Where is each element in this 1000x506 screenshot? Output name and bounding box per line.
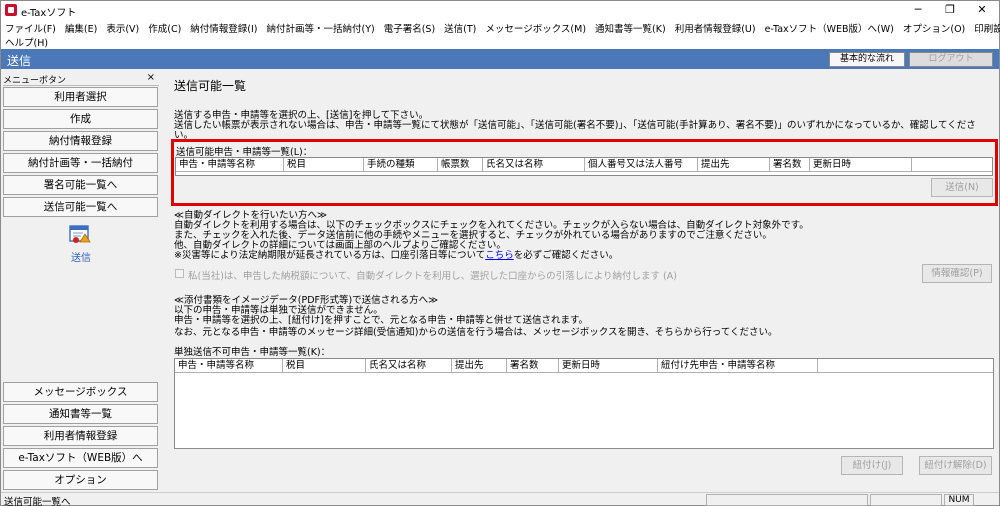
- sidebar-create-button[interactable]: 作成: [3, 109, 158, 129]
- menu-file[interactable]: ファイル(F): [5, 21, 56, 35]
- menu-row-1: ファイル(F) 編集(E) 表示(V) 作成(C) 納付情報登録(I) 納付計画等・一括納…: [5, 21, 1000, 35]
- sidebar-payment-info-button[interactable]: 納付情報登録: [3, 131, 158, 151]
- status-bar: 送信可能一覧へ NUM: [1, 492, 999, 506]
- sidebar-message-box-button[interactable]: メッセージボックス: [3, 382, 158, 402]
- sidebar-options-button[interactable]: オプション: [3, 470, 158, 490]
- menu-create[interactable]: 作成(C): [148, 21, 181, 35]
- menu-print-settings[interactable]: 印刷設定(Q): [974, 21, 1000, 35]
- col-signature-count[interactable]: 署名数: [770, 158, 810, 172]
- sendable-list-table[interactable]: 申告・申請等名称 税目 手続の種類 帳票数 氏名又は名称 個人番号又は法人番号 …: [175, 157, 993, 176]
- single-send-list-label: 単独送信不可申告・申請等一覧(K)：: [174, 347, 331, 358]
- col-name[interactable]: 氏名又は名称: [483, 158, 585, 172]
- sidebar-user-info-button[interactable]: 利用者情報登録: [3, 426, 158, 446]
- col-form-count[interactable]: 帳票数: [438, 158, 483, 172]
- logout-button[interactable]: ログアウト: [909, 52, 993, 67]
- auto-direct-text-4: ※災害等により法定納期限が延長されている方は、口座引落日等についてこちらを必ずご…: [174, 247, 618, 261]
- col-linked-form-name[interactable]: 紐付け先申告・申請等名称: [658, 359, 818, 373]
- sidebar-user-select-button[interactable]: 利用者選択: [3, 87, 158, 107]
- sendable-table-header: 申告・申請等名称 税目 手続の種類 帳票数 氏名又は名称 個人番号又は法人番号 …: [176, 158, 992, 172]
- status-panel-1: [706, 494, 868, 506]
- send-shortcut[interactable]: 送信: [63, 223, 99, 264]
- single-send-list-table[interactable]: 申告・申請等名称 税目 氏名又は名称 提出先 署名数 更新日時 紐付け先申告・申…: [174, 358, 994, 449]
- menu-e-signature[interactable]: 電子署名(S): [384, 21, 435, 35]
- col-name[interactable]: 氏名又は名称: [366, 359, 452, 373]
- screen-title: 送信: [7, 54, 32, 68]
- auto-direct-checkbox[interactable]: [175, 269, 184, 278]
- col-updated-at[interactable]: 更新日時: [810, 158, 912, 172]
- menu-help[interactable]: ヘルプ(H): [5, 35, 48, 49]
- menu-notices[interactable]: 通知書等一覧(K): [595, 21, 666, 35]
- title-bar: e-Taxソフト ─ ❐ ✕: [1, 1, 999, 19]
- etax-app-icon: [5, 4, 17, 16]
- send-shortcut-label: 送信: [71, 253, 91, 264]
- disaster-note-suffix: を必ずご確認ください。: [513, 250, 619, 261]
- sidebar-title-label: メニューボタン: [3, 76, 67, 86]
- sidebar-notices-button[interactable]: 通知書等一覧: [3, 404, 158, 424]
- sidebar-web-version-button[interactable]: e-Taxソフト（WEB版）へ: [3, 448, 158, 468]
- single-table-header: 申告・申請等名称 税目 氏名又は名称 提出先 署名数 更新日時 紐付け先申告・申…: [175, 359, 993, 373]
- menu-payment-info[interactable]: 納付情報登録(I): [190, 21, 257, 35]
- window-title: e-Taxソフト: [21, 8, 77, 19]
- attachment-text-3: なお、元となる申告・申請等のメッセージ詳細(受信通知)からの送信を行う場合は、メ…: [174, 327, 778, 338]
- col-form-name[interactable]: 申告・申請等名称: [176, 158, 284, 172]
- menu-payment-plan[interactable]: 納付計画等・一括納付(Y): [267, 21, 375, 35]
- menu-message-box[interactable]: メッセージボックス(M): [485, 21, 586, 35]
- link-button[interactable]: 紐付け(J): [841, 456, 903, 475]
- app-window: e-Taxソフト ─ ❐ ✕ ファイル(F) 編集(E) 表示(V) 作成(C) 納付情…: [0, 0, 1000, 506]
- sendable-list-label: 送信可能申告・申請等一覧(L)：: [176, 147, 313, 158]
- intro-text-2: 送信したい帳票が表示されない場合は、申告・申請等一覧にて状態が「送信可能」、「送…: [174, 120, 976, 131]
- menu-user-info[interactable]: 利用者情報登録(U): [675, 21, 756, 35]
- col-signature-count[interactable]: 署名数: [507, 359, 559, 373]
- col-id-number[interactable]: 個人番号又は法人番号: [585, 158, 698, 172]
- menu-row-2: ヘルプ(H): [5, 35, 57, 49]
- status-panel-2: [870, 494, 942, 506]
- sidebar-sendable-list-button[interactable]: 送信可能一覧へ: [3, 197, 158, 217]
- sidebar-title: メニューボタン ×: [3, 72, 159, 86]
- col-updated-at[interactable]: 更新日時: [559, 359, 658, 373]
- menu-web-version[interactable]: e-Taxソフト（WEB版）へ(W): [765, 21, 894, 35]
- disaster-note-link[interactable]: こちら: [485, 250, 514, 261]
- menu-send[interactable]: 送信(T): [444, 21, 476, 35]
- auto-direct-checkbox-label: 私(当社)は、申告した納税額について、自動ダイレクトを利用し、選択した口座からの…: [188, 271, 677, 282]
- menu-bar: ファイル(F) 編集(E) 表示(V) 作成(C) 納付情報登録(I) 納付計画等・一括納…: [1, 19, 1000, 49]
- basic-flow-button[interactable]: 基本的な流れ: [829, 52, 905, 67]
- col-destination[interactable]: 提出先: [452, 359, 507, 373]
- col-tax-item[interactable]: 税目: [284, 158, 364, 172]
- restore-icon[interactable]: ❐: [935, 1, 965, 19]
- sidebar: メニューボタン × 利用者選択 作成 納付情報登録 納付計画等・一括納付 署名可…: [1, 72, 161, 492]
- unlink-button[interactable]: 紐付け解除(D): [919, 456, 992, 475]
- page-title: 送信可能一覧: [174, 79, 247, 93]
- col-form-name[interactable]: 申告・申請等名称: [175, 359, 283, 373]
- send-button[interactable]: 送信(N): [931, 178, 993, 197]
- sidebar-signable-list-button[interactable]: 署名可能一覧へ: [3, 175, 158, 195]
- status-num-indicator: NUM: [944, 494, 974, 506]
- minimize-icon[interactable]: ─: [903, 1, 933, 19]
- screen-header: 送信 基本的な流れ ログアウト: [1, 49, 999, 69]
- sidebar-close-icon[interactable]: ×: [147, 72, 155, 83]
- menu-view[interactable]: 表示(V): [106, 21, 139, 35]
- col-destination[interactable]: 提出先: [698, 158, 770, 172]
- send-icon: [69, 225, 91, 243]
- menu-options[interactable]: オプション(O): [903, 21, 965, 35]
- close-icon[interactable]: ✕: [967, 1, 997, 19]
- info-confirm-button[interactable]: 情報確認(P): [922, 264, 992, 283]
- col-procedure-type[interactable]: 手続の種類: [364, 158, 438, 172]
- disaster-note-text: ※災害等により法定納期限が延長されている方は、口座引落日等について: [174, 250, 486, 261]
- menu-edit[interactable]: 編集(E): [65, 21, 97, 35]
- sidebar-payment-plan-button[interactable]: 納付計画等・一括納付: [3, 153, 158, 173]
- status-text: 送信可能一覧へ: [4, 497, 71, 506]
- col-tax-item[interactable]: 税目: [283, 359, 366, 373]
- main-panel: 送信可能一覧 送信する申告・申請等を選択の上、[送信]を押して下さい。 送信した…: [164, 72, 999, 492]
